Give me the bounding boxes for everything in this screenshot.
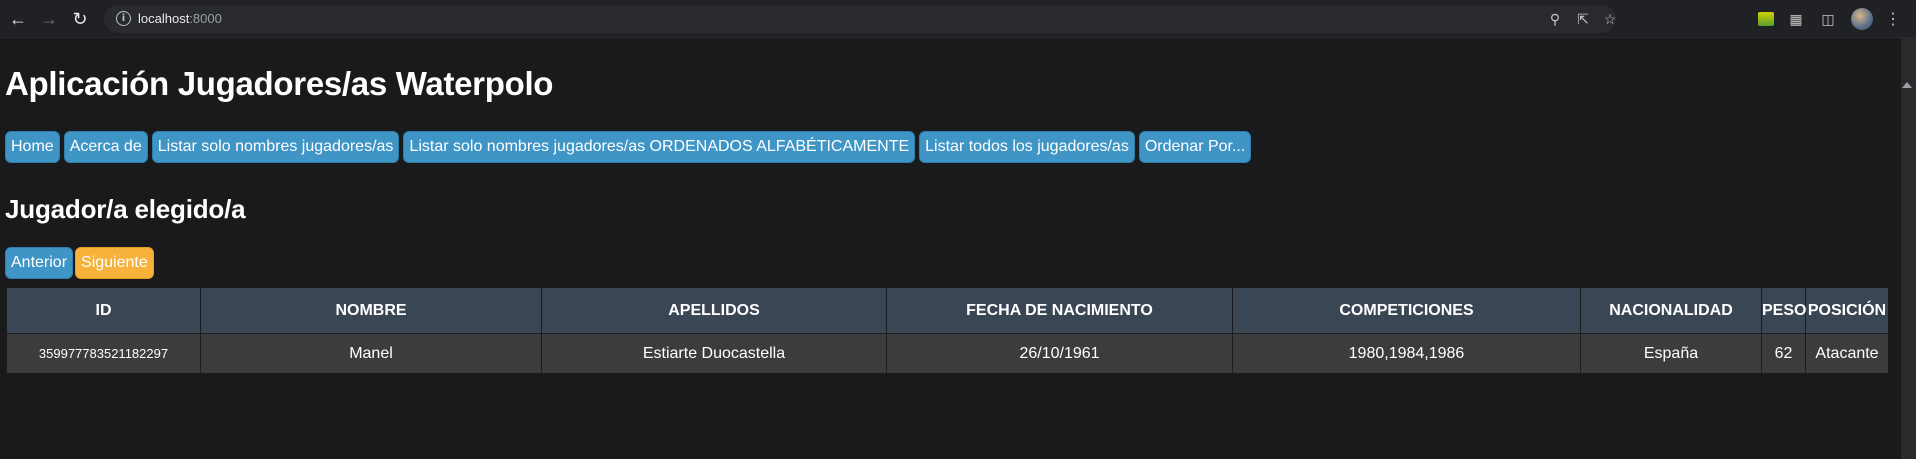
player-table: ID NOMBRE APELLIDOS FECHA DE NACIMIENTO …	[6, 287, 1889, 374]
column-header-id: ID	[6, 287, 201, 334]
menu-list-all-button[interactable]: Listar todos los jugadores/as	[919, 131, 1135, 163]
table-header-row: ID NOMBRE APELLIDOS FECHA DE NACIMIENTO …	[6, 287, 1889, 334]
scroll-up-arrow-icon[interactable]	[1902, 82, 1912, 88]
cell-nacionalidad: España	[1580, 333, 1762, 374]
menu-list-names-sorted-button[interactable]: Listar solo nombres jugadores/as ORDENAD…	[403, 131, 916, 163]
forward-arrow-icon[interactable]: →	[37, 7, 61, 31]
cell-posicion: Atacante	[1805, 333, 1889, 374]
menu-about-button[interactable]: Acerca de	[63, 131, 148, 163]
page-title: Aplicación Jugadores/as Waterpolo	[5, 65, 554, 102]
column-header-nacionalidad: NACIONALIDAD	[1580, 287, 1762, 334]
previous-button[interactable]: Anterior	[5, 247, 74, 279]
menu-kebab-icon[interactable]: ⋮	[1882, 8, 1904, 30]
section-title: Jugador/a elegido/a	[5, 194, 246, 224]
column-header-apellidos: APELLIDOS	[541, 287, 887, 334]
cell-apellidos: Estiarte Duocastella	[541, 333, 887, 374]
menu-list-names-button[interactable]: Listar solo nombres jugadores/as	[151, 131, 400, 163]
column-header-peso: PESO	[1761, 287, 1806, 334]
url-port: :8000	[189, 11, 222, 26]
site-info-icon[interactable]: i	[116, 11, 131, 26]
next-button[interactable]: Siguiente	[75, 247, 154, 279]
cell-peso: 62	[1761, 333, 1806, 374]
browser-toolbar: ← → ↻ i localhost:8000 ⚲ ⇱ ☆ ▦ ◫ ⋮	[0, 0, 1916, 38]
page-content: Aplicación Jugadores/as Waterpolo Home A…	[0, 39, 1900, 459]
cell-id: 359977783521182297	[6, 333, 201, 374]
url-host: localhost	[138, 11, 190, 26]
bookmark-star-icon[interactable]: ☆	[1599, 8, 1621, 30]
profile-avatar[interactable]	[1851, 8, 1873, 30]
menu-sort-by-button[interactable]: Ordenar Por...	[1138, 131, 1252, 163]
page-scrollbar[interactable]	[1901, 38, 1916, 459]
column-header-competiciones: COMPETICIONES	[1232, 287, 1581, 334]
column-header-posicion: POSICIÓN	[1805, 287, 1889, 334]
share-icon[interactable]: ⇱	[1572, 8, 1594, 30]
pager: Anterior Siguiente	[5, 247, 154, 279]
cell-competiciones: 1980,1984,1986	[1232, 333, 1581, 374]
puzzle-extensions-icon[interactable]: ▦	[1785, 8, 1807, 30]
address-bar[interactable]: i localhost:8000 ⚲ ⇱ ☆	[104, 5, 1616, 33]
back-arrow-icon[interactable]: ←	[6, 7, 30, 31]
url-text: localhost:8000	[138, 11, 222, 26]
zoom-icon[interactable]: ⚲	[1544, 8, 1566, 30]
table-row: 359977783521182297 Manel Estiarte Duocas…	[6, 333, 1889, 374]
main-menu: Home Acerca de Listar solo nombres jugad…	[5, 131, 1252, 163]
cell-nombre: Manel	[200, 333, 542, 374]
column-header-fecha: FECHA DE NACIMIENTO	[886, 287, 1233, 334]
extension-icon[interactable]	[1755, 8, 1777, 30]
menu-home-button[interactable]: Home	[5, 131, 60, 163]
side-panel-icon[interactable]: ◫	[1817, 8, 1839, 30]
cell-fecha: 26/10/1961	[886, 333, 1233, 374]
column-header-nombre: NOMBRE	[200, 287, 542, 334]
reload-icon[interactable]: ↻	[68, 7, 92, 31]
